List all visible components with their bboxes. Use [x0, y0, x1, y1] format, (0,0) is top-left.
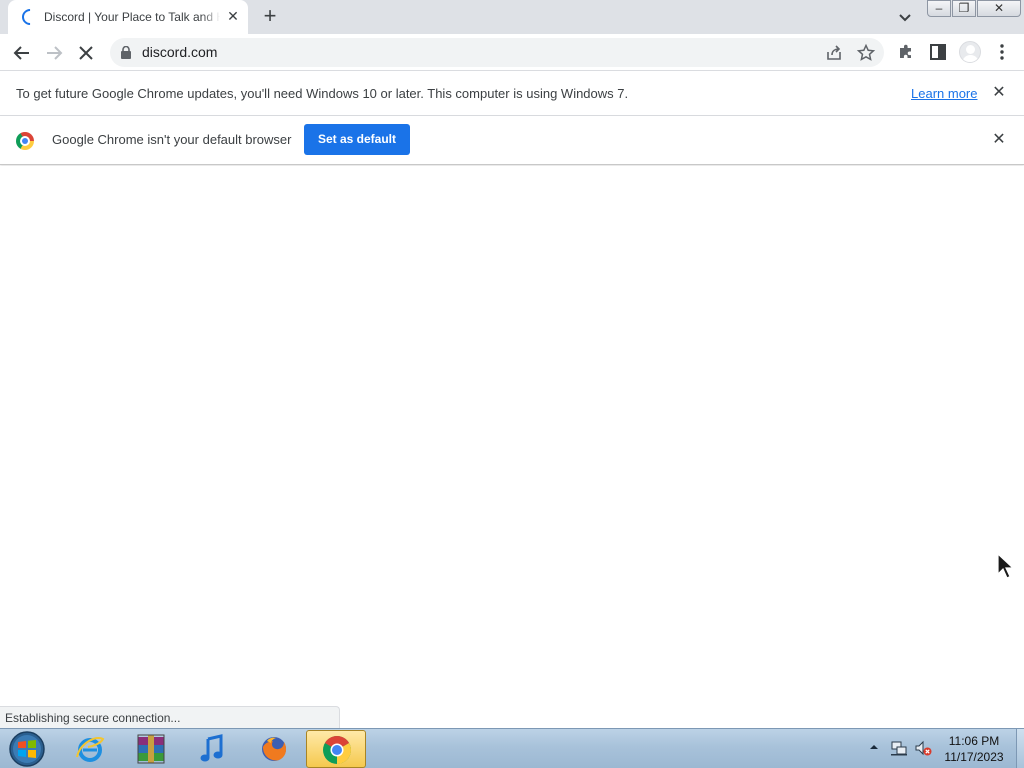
show-hidden-icons-icon[interactable] — [868, 741, 880, 753]
default-browser-message: Google Chrome isn't your default browser — [52, 132, 292, 147]
share-icon[interactable] — [824, 43, 844, 63]
tab-close-icon[interactable]: ✕ — [224, 7, 242, 25]
taskbar-internet-explorer[interactable] — [60, 730, 120, 768]
start-button-windows-icon[interactable] — [5, 730, 49, 768]
itunes-icon — [200, 734, 223, 762]
set-as-default-button[interactable]: Set as default — [304, 124, 410, 155]
forward-arrow-icon[interactable] — [41, 40, 67, 66]
tab-strip: Discord | Your Place to Talk and Hang Ou… — [0, 0, 1024, 34]
clock-date[interactable]: 11/17/2023 — [936, 750, 1012, 764]
window-close-button[interactable]: ✕ — [977, 0, 1021, 17]
default-browser-infobar: Google Chrome isn't your default browser… — [0, 116, 1024, 165]
taskbar: 11:06 PM 11/17/2023 — [0, 728, 1024, 768]
page-content[interactable] — [0, 166, 1024, 728]
update-infobar-message: To get future Google Chrome updates, you… — [16, 86, 629, 101]
winrar-icon — [137, 734, 165, 764]
chrome-logo-icon — [16, 132, 34, 150]
minimize-icon: – — [935, 1, 943, 15]
taskbar-firefox[interactable] — [244, 730, 304, 768]
toolbar: discord.com — [0, 34, 1024, 71]
lock-icon[interactable] — [120, 46, 132, 59]
address-bar[interactable]: discord.com — [110, 38, 884, 67]
screen: Discord | Your Place to Talk and Hang Ou… — [0, 0, 1024, 768]
volume-muted-icon[interactable] — [914, 739, 932, 757]
window-controls: – ❐ ✕ — [927, 0, 1022, 18]
tab-title: Discord | Your Place to Talk and Hang Ou… — [44, 9, 220, 25]
show-desktop-button[interactable] — [1016, 729, 1024, 768]
restore-button[interactable]: ❐ — [952, 0, 976, 17]
window-close-icon: ✕ — [993, 1, 1005, 15]
learn-more-link[interactable]: Learn more — [911, 86, 977, 102]
more-menu-icon[interactable] — [992, 42, 1012, 62]
internet-explorer-icon — [76, 737, 105, 762]
restore-icon: ❐ — [958, 1, 970, 15]
loading-spinner-icon — [18, 5, 42, 29]
extensions-puzzle-icon[interactable] — [896, 42, 916, 62]
network-icon[interactable] — [890, 739, 908, 757]
url-text[interactable]: discord.com — [142, 44, 217, 61]
bookmark-star-icon[interactable] — [856, 43, 876, 63]
stop-loading-icon[interactable] — [73, 40, 99, 66]
update-infobar: To get future Google Chrome updates, you… — [0, 71, 1024, 116]
taskbar-itunes[interactable] — [182, 730, 242, 768]
back-arrow-icon[interactable] — [9, 40, 35, 66]
tab-discord[interactable]: Discord | Your Place to Talk and Hang Ou… — [8, 0, 248, 34]
tab-search-chevron-icon[interactable] — [894, 6, 916, 28]
taskbar-chrome[interactable] — [306, 730, 366, 768]
status-bubble: Establishing secure connection... — [0, 706, 340, 728]
minimize-button[interactable]: – — [927, 0, 951, 17]
taskbar-winrar[interactable] — [121, 730, 181, 768]
close-icon[interactable]: ✕ — [989, 130, 1009, 150]
firefox-icon — [262, 737, 287, 761]
side-panel-icon[interactable] — [928, 42, 948, 62]
close-icon[interactable]: ✕ — [989, 83, 1009, 103]
new-tab-button[interactable]: + — [258, 5, 282, 29]
profile-avatar[interactable] — [959, 41, 981, 63]
status-text: Establishing secure connection... — [5, 711, 181, 725]
clock-time[interactable]: 11:06 PM — [936, 734, 1012, 748]
chrome-icon — [323, 736, 351, 764]
mouse-cursor-icon — [997, 552, 1015, 579]
